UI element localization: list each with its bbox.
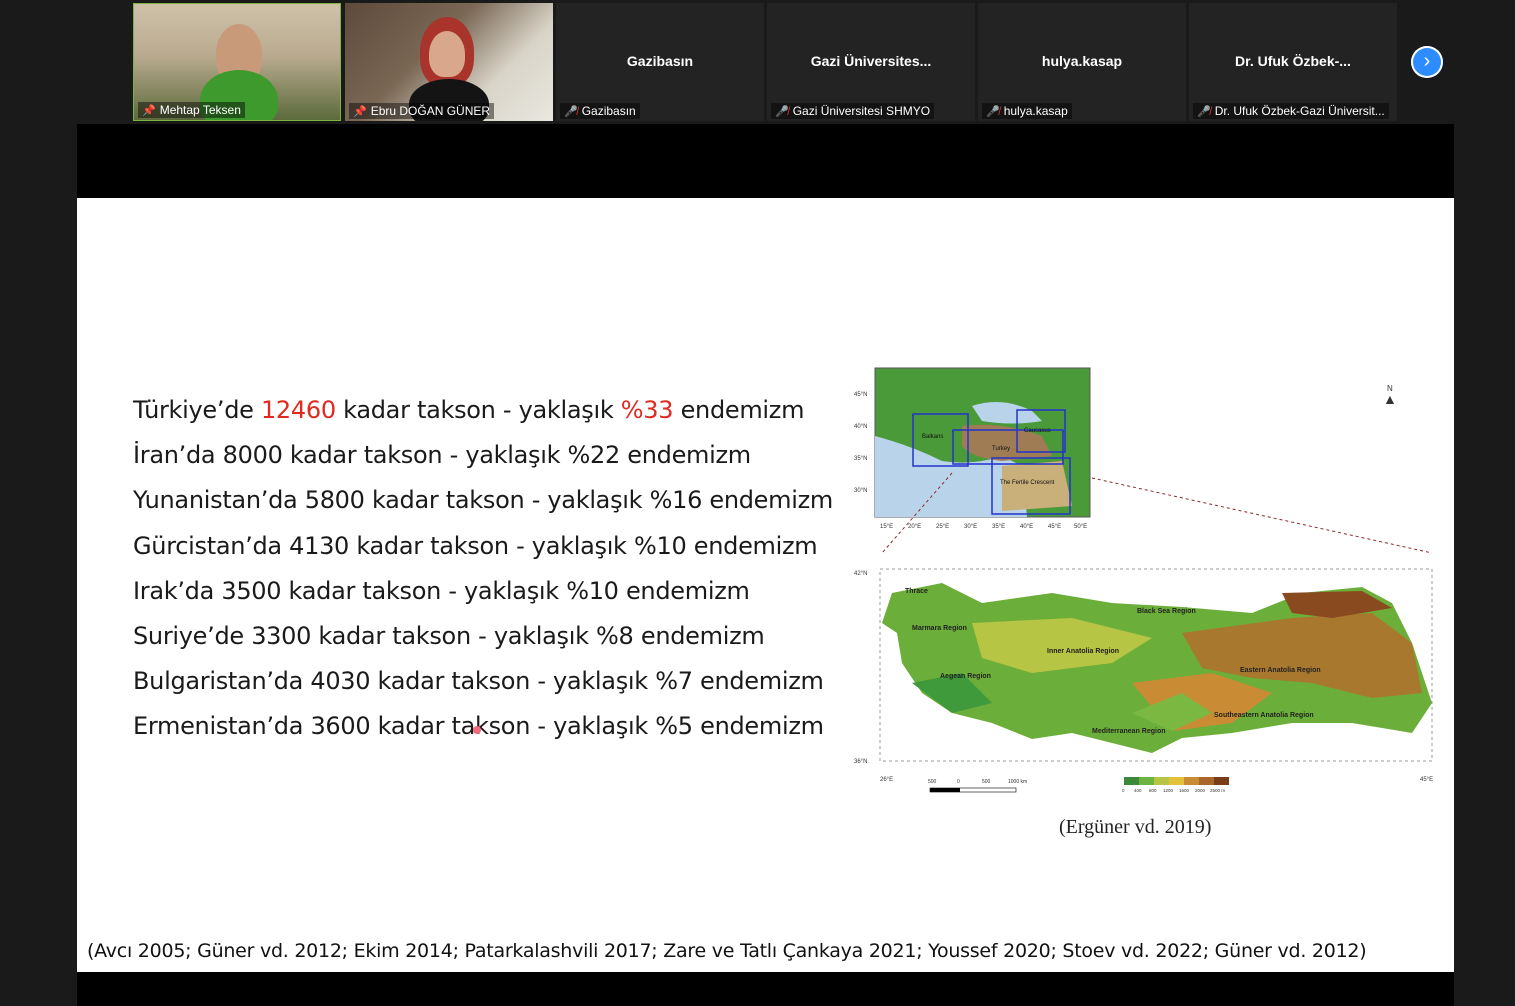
map-region-label: Balkans (922, 434, 943, 440)
legend-label: 1600 (1179, 788, 1190, 793)
legend-label: 2000 (1195, 788, 1206, 793)
list-item: Ermenistan’da 3600 kadar takson - yaklaş… (133, 712, 824, 741)
participant-tile-gazi-universitesi[interactable]: Gazi Üniversites... 🎤̸ Gazi Üniversitesi … (767, 3, 975, 121)
next-participants-button[interactable]: › (1411, 46, 1443, 78)
mic-off-icon: 🎤̸ (986, 106, 1000, 118)
map-region-label: Turkey (992, 446, 1010, 452)
map-region-label: Thrace (905, 588, 928, 595)
participant-label: 🎤̸ hulya.kasap (982, 103, 1072, 119)
scale-label: 500 (928, 779, 937, 785)
legend-label: 400 (1134, 788, 1142, 793)
pin-icon: 📌 (353, 106, 367, 118)
participant-video-face (429, 31, 465, 77)
legend-label: 800 (1149, 788, 1157, 793)
map-region-label: Black Sea Region (1137, 608, 1196, 615)
participant-name: hulya.kasap (1041, 53, 1123, 69)
list-item: Bulgaristan’da 4030 kadar takson - yakla… (133, 667, 824, 696)
list-item: Yunanistan’da 5800 kadar takson - yaklaş… (133, 486, 833, 515)
participant-label: 📌 Mehtap Teksen (138, 102, 245, 118)
map-citation: (Ergüner vd. 2019) (1059, 816, 1212, 838)
scale-label: 500 (982, 779, 991, 785)
list-item: İran’da 8000 kadar takson - yaklaşık %22… (133, 441, 751, 470)
map-region-label: Eastern Anatolia Region (1240, 667, 1321, 674)
participant-tile-mehtap[interactable]: 📌 Mehtap Teksen (133, 3, 341, 121)
list-item: Gürcistan’da 4130 kadar takson - yaklaşı… (133, 531, 818, 560)
references: (Avcı 2005; Güner vd. 2012; Ekim 2014; P… (87, 940, 1367, 962)
map-region-label: Mediterranean Region (1092, 728, 1166, 735)
participant-label: 🎤̸ Dr. Ufuk Özbek-Gazi Üniversit... (1193, 103, 1389, 119)
pointer-cursor-icon (473, 726, 481, 734)
map-lat-label: 35°N (854, 456, 867, 462)
legend-label: 0 (1122, 788, 1125, 793)
north-arrow-icon: N ▲ (1383, 384, 1397, 407)
map-lat-label: 36°N (854, 759, 867, 765)
map-region-label: Caucasus (1024, 428, 1051, 434)
map-region-label: Marmara Region (912, 625, 967, 632)
participant-name: Gazibasın (626, 53, 694, 69)
presentation-slide: Türkiye’de 12460 kadar takson - yaklaşık… (77, 198, 1454, 972)
participant-strip: 📌 Mehtap Teksen 📌 Ebru DOĞAN GÜNER Gazibas… (0, 0, 1515, 124)
mic-off-icon: 🎤̸ (1197, 106, 1211, 118)
chevron-right-icon: › (1423, 50, 1431, 72)
legend-label: 1200 (1163, 788, 1174, 793)
participant-label: 🎤̸ Gazibasın (560, 103, 640, 119)
pin-icon: 📌 (142, 105, 156, 117)
participant-name: Dr. Ufuk Özbek-... (1235, 53, 1351, 69)
participant-label: 🎤̸ Gazi Üniversitesi SHMYO (771, 103, 935, 119)
map-lat-label: 42°N (854, 571, 867, 577)
map-region-label: Inner Anatolia Region (1047, 648, 1119, 655)
participant-tile-gazibasin[interactable]: Gazibasın 🎤̸ Gazibasın (556, 3, 764, 121)
scale-label: 1000 km (1008, 779, 1027, 785)
legend-label: 2500 m (1210, 788, 1225, 793)
participant-name: Gazi Üniversites... (810, 53, 932, 69)
endemism-list: Türkiye’de 12460 kadar takson - yaklaşık… (133, 388, 833, 750)
scale-label: 0 (957, 779, 960, 785)
list-item: Türkiye’de 12460 kadar takson - yaklaşık… (133, 396, 805, 424)
map-connector-lines (881, 472, 1433, 554)
mic-off-icon: 🎤̸ (564, 106, 578, 118)
list-item: Suriye’de 3300 kadar takson - yaklaşık %… (133, 621, 765, 650)
scale-bar-fill (930, 788, 960, 792)
map-lat-label: 45°N (854, 392, 867, 398)
map-lon-label: 26°E (880, 777, 893, 783)
turkey-relief-map: 42°N 36°N 26°E 45°E Thrace Marmara Regio… (854, 568, 1433, 793)
participant-tile-ufuk[interactable]: Dr. Ufuk Özbek-... 🎤̸ Dr. Ufuk Özbek-Gazi… (1189, 3, 1397, 121)
participant-tile-hulya[interactable]: hulya.kasap 🎤̸ hulya.kasap (978, 3, 1186, 121)
list-item: Irak’da 3500 kadar takson - yaklaşık %10… (133, 576, 750, 605)
map-lat-label: 30°N (854, 488, 867, 494)
participant-tile-ebru[interactable]: 📌 Ebru DOĞAN GÜNER (345, 3, 553, 121)
mic-off-icon: 🎤̸ (775, 106, 789, 118)
map-region-label: Aegean Region (940, 673, 991, 680)
map-lon-label: 45°E (1420, 777, 1433, 783)
map-lat-label: 40°N (854, 424, 867, 430)
map-region-label: Southeastern Anatolia Region (1214, 712, 1314, 719)
participant-label: 📌 Ebru DOĞAN GÜNER (349, 103, 495, 119)
